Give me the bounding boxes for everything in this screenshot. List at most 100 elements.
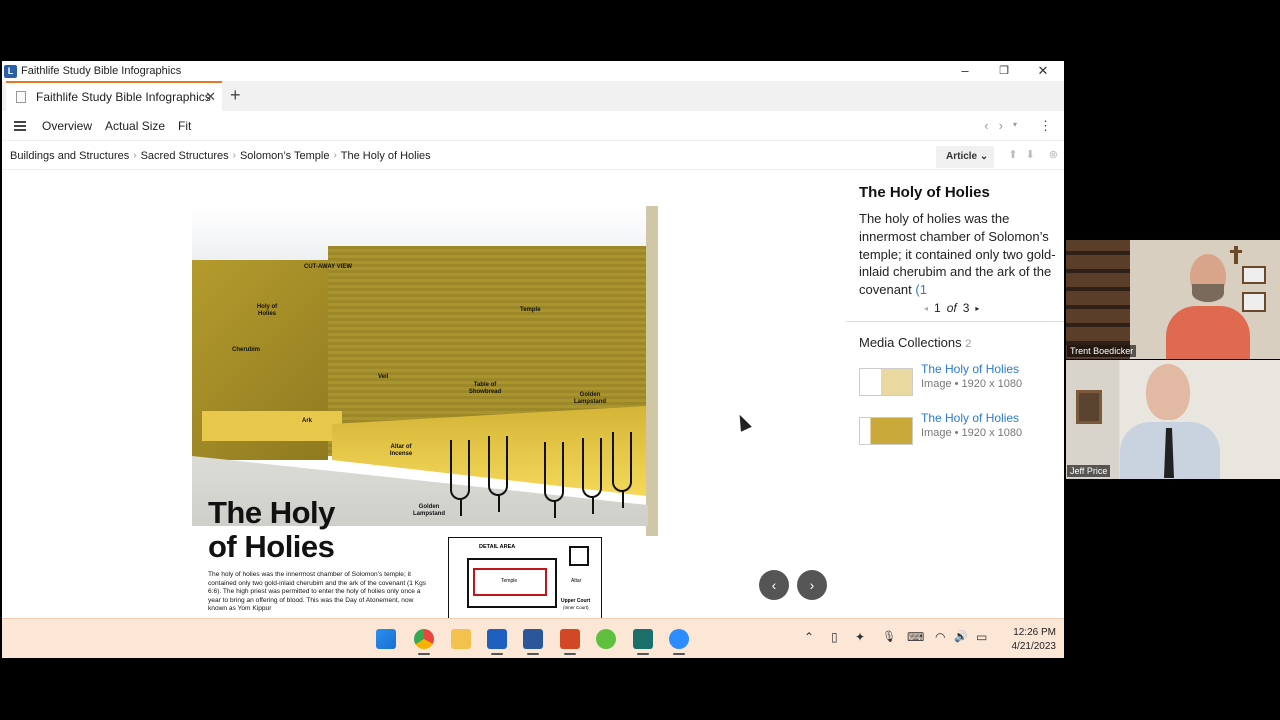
breadcrumb-sacred-structures[interactable]: Sacred Structures — [141, 150, 229, 162]
terminal-app-icon[interactable] — [633, 629, 653, 655]
breadcrumb-solomons-temple[interactable]: Solomon’s Temple — [240, 150, 329, 162]
label-holy-of-holies: Holy of Holies — [256, 304, 278, 317]
powerpoint-icon[interactable] — [560, 629, 580, 655]
green-app-icon[interactable] — [596, 629, 616, 649]
arrow-down-icon[interactable]: ⬇ — [1026, 148, 1035, 161]
infographic-title-line2: of Holies — [208, 529, 335, 564]
document-icon — [16, 91, 26, 103]
title-bar: L Faithlife Study Bible Infographics – ❐… — [2, 61, 1064, 81]
next-image-button[interactable]: › — [797, 570, 827, 600]
fit-button[interactable]: Fit — [178, 119, 191, 133]
lampstand — [582, 438, 602, 514]
label-cutaway: CUT-AWAY VIEW — [304, 264, 353, 270]
info-panel: The Holy of Holies The holy of holies wa… — [846, 171, 1064, 618]
battery-icon[interactable]: ▭ — [976, 630, 987, 644]
participant-name: Trent Boedicker — [1067, 345, 1137, 357]
app-icon: L — [4, 64, 17, 78]
arrow-up-icon[interactable]: ⬆ — [1008, 148, 1017, 161]
clock-time: 12:26 PM — [1013, 627, 1056, 638]
participant-head — [1146, 364, 1190, 420]
media-collections-label: Media Collections — [859, 335, 962, 350]
panel-title: The Holy of Holies — [859, 184, 990, 201]
lampstand — [488, 436, 508, 512]
wall-frame — [1242, 266, 1266, 284]
clock[interactable]: 12:26 PM 4/21/2023 — [1000, 626, 1057, 654]
file-explorer-icon[interactable] — [451, 629, 471, 649]
breadcrumb-separator: › — [333, 150, 337, 161]
media-item[interactable]: The Holy of Holies Image • 1920 x 1080 — [859, 411, 1059, 451]
back-icon[interactable]: ‹ — [984, 118, 988, 134]
breadcrumb: Buildings and Structures › Sacred Struct… — [2, 142, 1064, 170]
toolbar: Overview Actual Size Fit ‹ › ▾ ⋮ — [2, 111, 1064, 141]
infographic-blurb: The holy of holies was the innermost cha… — [208, 571, 427, 612]
media-thumbnail[interactable] — [859, 368, 913, 396]
usb-device-icon[interactable]: ▯ — [831, 630, 838, 644]
participant-shirt — [1166, 306, 1250, 359]
panel-pager: ◂ 1 of 3 ▸ — [924, 301, 979, 315]
pager-total: 3 — [962, 301, 970, 315]
media-title-link[interactable]: The Holy of Holies — [921, 411, 1019, 425]
temple-right-wall — [646, 206, 658, 536]
window-title: Faithlife Study Bible Infographics — [21, 65, 182, 77]
pager-prev-icon[interactable]: ◂ — [924, 304, 928, 313]
wall-certificate — [1076, 390, 1102, 424]
hamburger-menu-icon[interactable] — [14, 120, 26, 131]
volume-icon[interactable]: 🔊 — [954, 630, 968, 643]
close-window-button[interactable]: ✕ — [1024, 61, 1062, 81]
word-icon[interactable] — [523, 629, 543, 655]
pager-of: of — [946, 301, 957, 315]
cancel-icon[interactable]: ⊗ — [1049, 148, 1058, 161]
lampstand — [450, 440, 470, 516]
altar-plan — [569, 546, 589, 566]
video-tile-participant-1[interactable]: Trent Boedicker — [1066, 240, 1280, 359]
detail-inner-court-label: (Inner Court) — [563, 605, 589, 610]
forward-icon[interactable]: › — [999, 118, 1003, 134]
infographic-title: The Holy of Holies — [208, 496, 335, 564]
actual-size-button[interactable]: Actual Size — [105, 119, 165, 133]
show-hidden-icons-icon[interactable]: ⌃ — [804, 630, 814, 644]
article-dropdown[interactable]: Article ⌄ — [936, 146, 994, 168]
dropbox-icon[interactable]: ✦ — [855, 630, 865, 644]
bookshelf — [1066, 240, 1130, 359]
video-tile-participant-2[interactable]: Jeff Price — [1066, 360, 1280, 479]
logos-icon[interactable] — [487, 629, 507, 655]
detail-area-diagram: DETAIL AREA Temple Altar Upper Court (In… — [448, 537, 602, 618]
label-altar-of-incense: Altar of Incense — [389, 444, 413, 457]
label-table-of-showbread: Table of Showbread — [468, 382, 502, 395]
infographic-title-line1: The Holy — [208, 495, 335, 530]
more-options-icon[interactable]: ⋮ — [1039, 118, 1052, 134]
close-tab-icon[interactable]: ✕ — [205, 89, 216, 105]
bible-reference-link[interactable]: (1 — [915, 282, 927, 297]
media-collections-count: 2 — [965, 338, 972, 350]
microphone-icon[interactable]: 🎙 — [882, 630, 896, 643]
new-tab-button[interactable]: + — [230, 85, 241, 106]
overview-button[interactable]: Overview — [42, 119, 92, 133]
label-golden-lampstand-2: Golden Lampstand — [412, 504, 445, 517]
label-temple: Temple — [520, 307, 541, 313]
media-thumbnail[interactable] — [859, 417, 913, 445]
chrome-icon[interactable] — [414, 629, 434, 655]
lampstand — [612, 432, 632, 508]
wifi-icon[interactable]: ◠ — [935, 630, 945, 644]
media-title-link[interactable]: The Holy of Holies — [921, 362, 1019, 376]
detail-altar-label: Altar — [571, 578, 582, 584]
minimize-button[interactable]: – — [946, 61, 984, 81]
breadcrumb-buildings[interactable]: Buildings and Structures — [10, 150, 129, 162]
start-icon[interactable] — [376, 629, 396, 649]
restore-button[interactable]: ❐ — [985, 61, 1023, 81]
panel-description: The holy of holies was the innermost cha… — [859, 210, 1059, 299]
mouse-cursor — [734, 412, 752, 432]
panel-description-text: The holy of holies was the innermost cha… — [859, 211, 1056, 298]
detail-temple-label: Temple — [501, 578, 518, 584]
breadcrumb-holy-of-holies[interactable]: The Holy of Holies — [341, 150, 431, 162]
history-dropdown-icon[interactable]: ▾ — [1013, 118, 1017, 134]
tab-infographics[interactable]: Faithlife Study Bible Infographics ✕ — [6, 81, 222, 111]
media-item[interactable]: The Holy of Holies Image • 1920 x 1080 — [859, 362, 1059, 402]
lampstand — [544, 442, 564, 518]
keyboard-icon[interactable]: ⌨ — [907, 630, 924, 644]
tab-bar: Faithlife Study Bible Infographics ✕ + — [2, 81, 1064, 111]
tab-label: Faithlife Study Bible Infographics — [36, 90, 211, 104]
pager-next-icon[interactable]: ▸ — [975, 304, 979, 313]
zoom-icon[interactable] — [669, 629, 689, 655]
previous-image-button[interactable]: ‹ — [759, 570, 789, 600]
